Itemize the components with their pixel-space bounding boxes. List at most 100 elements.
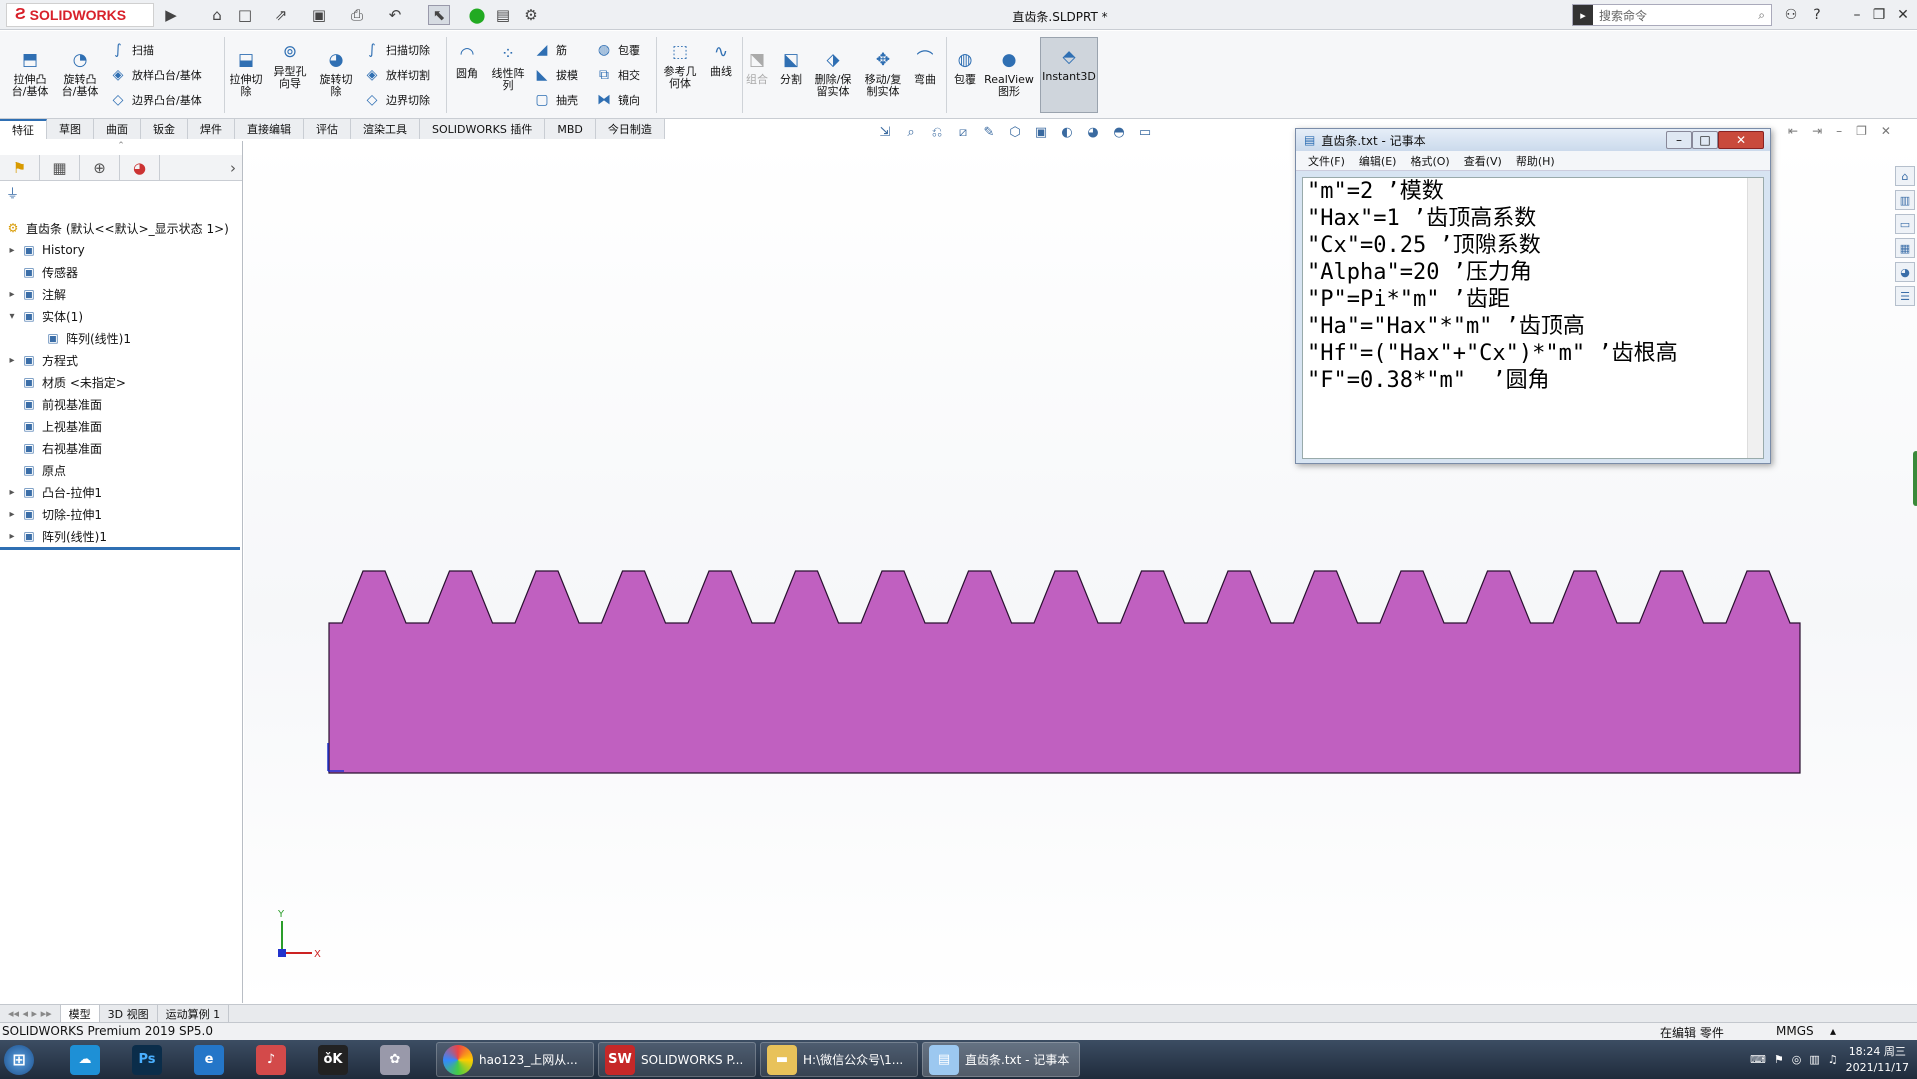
- tray-flag-icon[interactable]: ⚑: [1774, 1053, 1784, 1066]
- wrap2-button[interactable]: ◍ 包覆: [950, 49, 980, 86]
- panel-handle[interactable]: ⌃: [0, 141, 242, 155]
- notepad-scrollbar[interactable]: [1747, 178, 1763, 458]
- intersect-button[interactable]: ⧉ 相交: [594, 64, 640, 86]
- select-icon[interactable]: ⬉: [428, 5, 450, 25]
- hide-show-items-icon[interactable]: ◐: [1057, 122, 1077, 142]
- tree-item[interactable]: ▾ ▣ 实体(1): [4, 305, 83, 327]
- tab-evaluate[interactable]: 评估: [304, 119, 351, 139]
- tray-clock[interactable]: 18:24 周三 2021/11/17: [1846, 1044, 1909, 1076]
- rebuild-icon[interactable]: ⬤: [466, 5, 488, 25]
- taskbar-explorer[interactable]: ▬ H:\微信公众号\1...: [760, 1042, 918, 1077]
- draft-button[interactable]: ◣ 拔模: [532, 64, 578, 86]
- tab-surfaces[interactable]: 曲面: [94, 119, 141, 139]
- minimize-button[interactable]: –: [1846, 5, 1868, 25]
- tree-item[interactable]: ▣ 右视基准面: [4, 437, 102, 459]
- viewport-close-icon[interactable]: ✕: [1881, 124, 1891, 138]
- notepad-maximize-button[interactable]: □: [1692, 131, 1718, 149]
- tab-direct-editing[interactable]: 直接编辑: [235, 119, 304, 139]
- tree-item[interactable]: ▣ 材质 <未指定>: [4, 371, 126, 393]
- wrap-button[interactable]: ◍ 包覆: [594, 39, 640, 61]
- tab-mbd[interactable]: MBD: [545, 119, 596, 139]
- collapse-left-icon[interactable]: ⇤: [1788, 124, 1798, 138]
- user-icon[interactable]: ⚇: [1780, 5, 1802, 25]
- loft-boss-button[interactable]: ◈ 放样凸台/基体: [108, 64, 202, 86]
- property-manager-tab-icon[interactable]: ▦: [40, 155, 80, 180]
- linear-pattern-button[interactable]: ⁘ 线性阵 列: [488, 43, 528, 92]
- tab-3d-views[interactable]: 3D 视图: [100, 1004, 158, 1023]
- mirror-button[interactable]: ⧓ 镜向: [594, 89, 640, 111]
- search-icon[interactable]: ⌕: [1758, 8, 1765, 23]
- solidworks-resources-icon[interactable]: ⌂: [1895, 166, 1915, 186]
- tree-item[interactable]: ▣ 上视基准面: [4, 415, 102, 437]
- instant3d-button[interactable]: ⬘ Instant3D: [1040, 37, 1098, 113]
- revolve-boss-button[interactable]: ◔ 旋转凸 台/基体: [60, 49, 100, 98]
- tree-item[interactable]: ▣ 前视基准面: [4, 393, 102, 415]
- curves-button[interactable]: ∿ 曲线: [704, 41, 738, 78]
- tab-today-manufacturing[interactable]: 今日制造: [595, 119, 665, 139]
- undo-icon[interactable]: ↶: [384, 5, 406, 25]
- unit-system[interactable]: MMGS: [1776, 1024, 1814, 1038]
- tree-item[interactable]: ▣ 阵列(线性)1: [28, 327, 131, 349]
- taskbar-solidworks[interactable]: SW SOLIDWORKS P...: [598, 1042, 756, 1077]
- file-explorer-icon[interactable]: ▭: [1895, 214, 1915, 234]
- menu-help[interactable]: 帮助(H): [1516, 153, 1555, 169]
- expand-arrow-icon[interactable]: ▸: [4, 245, 20, 256]
- extrude-cut-button[interactable]: ⬓ 拉伸切 除: [228, 49, 264, 98]
- tree-root-part[interactable]: ⚙ 直齿条 (默认<<默认>_显示状态 1>): [4, 217, 229, 239]
- boundary-cut-button[interactable]: ◇ 边界切除: [362, 89, 430, 111]
- flex-button[interactable]: ⌒ 弯曲: [910, 49, 940, 86]
- previous-view-icon[interactable]: ⎌: [927, 122, 947, 142]
- split-button[interactable]: ⬕ 分割: [776, 49, 806, 86]
- filter-icon[interactable]: ⏚: [0, 181, 242, 203]
- rib-button[interactable]: ◢ 筋: [532, 39, 567, 61]
- tree-item[interactable]: ▣ 原点: [4, 459, 66, 481]
- shell-button[interactable]: ▢ 抽壳: [532, 89, 578, 111]
- combine-button[interactable]: ⬔ 组合: [744, 49, 770, 86]
- tree-item[interactable]: ▸ ▣ 阵列(线性)1: [4, 525, 107, 547]
- taskbar-app[interactable]: ǒK: [318, 1042, 354, 1077]
- taskbar-browser[interactable]: e: [194, 1042, 230, 1077]
- display-manager-tab-icon[interactable]: ◕: [120, 155, 160, 180]
- tree-item[interactable]: ▸ ▣ 方程式: [4, 349, 78, 371]
- tab-weldments[interactable]: 焊件: [188, 119, 235, 139]
- expand-arrow-icon[interactable]: ▸: [4, 531, 20, 542]
- menu-expand-icon[interactable]: ▶: [160, 5, 182, 25]
- hole-wizard-button[interactable]: ⊚ 异型孔 向导: [272, 41, 308, 90]
- tab-model[interactable]: 模型: [60, 1004, 100, 1023]
- tab-solidworks-addins[interactable]: SOLIDWORKS 插件: [420, 119, 546, 139]
- expand-arrow-icon[interactable]: ▸: [4, 509, 20, 520]
- tab-features[interactable]: 特征: [0, 119, 47, 139]
- solidworks-logo[interactable]: Ƨ SOLIDWORKS: [6, 3, 154, 27]
- boundary-boss-button[interactable]: ◇ 边界凸台/基体: [108, 89, 202, 111]
- search-commands[interactable]: ▸ 搜索命令 ⌕: [1572, 4, 1772, 26]
- fillet-button[interactable]: ◠ 圆角: [450, 43, 484, 80]
- open-icon[interactable]: ⇗: [270, 5, 292, 25]
- notepad-close-button[interactable]: ✕: [1718, 131, 1764, 149]
- rollback-bar[interactable]: [0, 547, 240, 550]
- view-settings-icon[interactable]: ▭: [1135, 122, 1155, 142]
- unit-system-caret-icon[interactable]: ▴: [1830, 1024, 1836, 1038]
- new-file-icon[interactable]: □: [234, 5, 256, 25]
- tree-item[interactable]: ▸ ▣ History: [4, 239, 84, 261]
- options-icon[interactable]: ⚙: [520, 5, 542, 25]
- realview-button[interactable]: ● RealView 图形: [984, 49, 1034, 98]
- configuration-manager-tab-icon[interactable]: ⊕: [80, 155, 120, 180]
- delete-keep-body-button[interactable]: ⬗ 删除/保 留实体: [810, 49, 856, 98]
- tree-item[interactable]: ▸ ▣ 切除-拉伸1: [4, 503, 101, 525]
- menu-edit[interactable]: 编辑(E): [1359, 153, 1397, 169]
- taskbar-notepad[interactable]: ▤ 直齿条.txt - 记事本: [922, 1042, 1080, 1077]
- close-button[interactable]: ✕: [1892, 5, 1914, 25]
- viewport-restore-icon[interactable]: ❐: [1856, 124, 1867, 138]
- extrude-boss-button[interactable]: ⬒ 拉伸凸 台/基体: [10, 49, 50, 98]
- home-icon[interactable]: ⌂: [206, 5, 228, 25]
- tree-item[interactable]: ▣ 传感器: [4, 261, 78, 283]
- taskbar-app[interactable]: ♪: [256, 1042, 292, 1077]
- swept-cut-button[interactable]: ∫ 扫描切除: [362, 39, 430, 61]
- appearances-icon[interactable]: ◕: [1895, 262, 1915, 282]
- help-icon[interactable]: ?: [1806, 5, 1828, 25]
- save-icon[interactable]: ▣: [308, 5, 330, 25]
- feature-manager-tab-icon[interactable]: ⚑: [0, 155, 40, 180]
- sweep-button[interactable]: ∫ 扫描: [108, 39, 154, 61]
- menu-file[interactable]: 文件(F): [1308, 153, 1345, 169]
- taskbar-photoshop[interactable]: Ps: [132, 1042, 168, 1077]
